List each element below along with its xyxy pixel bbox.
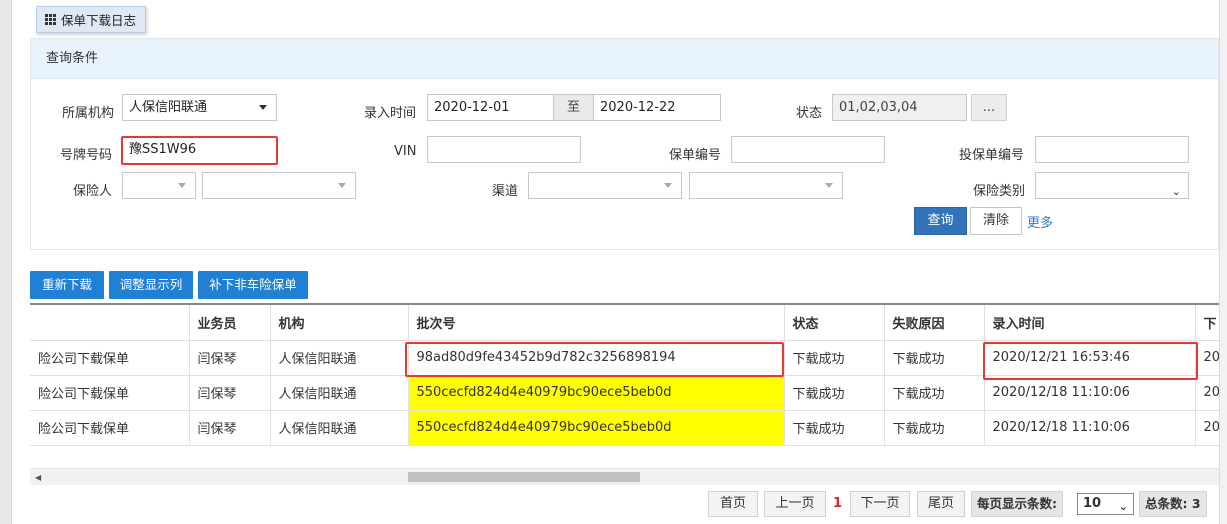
status-value: 01,02,03,04 xyxy=(839,100,918,115)
plate-input[interactable]: 豫SS1W96 xyxy=(121,136,278,165)
cell-truncated: 20 xyxy=(1195,340,1219,376)
cell-salesperson: 闫保琴 xyxy=(189,375,271,411)
horizontal-scrollbar[interactable]: ◀ xyxy=(30,468,1219,485)
cell-fail-reason: 下载成功 xyxy=(884,340,985,376)
proposal-no-input[interactable] xyxy=(1035,136,1189,163)
cell-status: 下载成功 xyxy=(784,410,885,446)
col-header-status[interactable]: 状态 xyxy=(784,305,885,341)
insurance-type-label: 保险类别 xyxy=(973,184,1026,199)
table-row[interactable]: 险公司下载保单 闫保琴 人保信阳联通 550cecfd824d4e40979bc… xyxy=(30,375,1219,411)
tab-label: 保单下载日志 xyxy=(61,13,137,28)
date-range-separator: 至 xyxy=(553,94,594,121)
policy-no-input[interactable] xyxy=(731,136,885,163)
next-page-button[interactable]: 下一页 xyxy=(850,491,910,517)
chevron-down-icon: ⌄ xyxy=(1171,185,1181,198)
cell-fail-reason: 下载成功 xyxy=(884,410,985,446)
insurer-label: 保险人 xyxy=(73,184,113,199)
more-link[interactable]: 更多 xyxy=(1027,212,1053,231)
channel-label: 渠道 xyxy=(492,184,519,199)
vin-label: VIN xyxy=(394,144,417,159)
grid-icon xyxy=(45,14,56,25)
caret-down-icon xyxy=(825,183,833,188)
last-page-button[interactable]: 尾页 xyxy=(917,491,965,517)
cell-fail-reason: 下载成功 xyxy=(884,375,985,411)
policy-no-label: 保单编号 xyxy=(669,148,722,163)
scrollbar-thumb[interactable] xyxy=(408,472,640,482)
col-header-fail-reason[interactable]: 失败原因 xyxy=(884,305,985,341)
date-from-value: 2020-12-01 xyxy=(434,100,510,115)
scroll-left-icon[interactable]: ◀ xyxy=(35,473,41,482)
redownload-button[interactable]: 重新下载 xyxy=(30,271,104,299)
org-value: 人保信阳联通 xyxy=(129,100,208,115)
cell-salesperson: 闫保琴 xyxy=(189,410,271,446)
panel-title: 查询条件 xyxy=(31,39,1218,79)
col-header-truncated[interactable]: 下 xyxy=(1195,305,1219,341)
col-header-salesperson[interactable]: 业务员 xyxy=(189,305,271,341)
date-to-input[interactable]: 2020-12-22 xyxy=(593,94,721,121)
cell-type: 险公司下载保单 xyxy=(30,410,190,446)
clear-button[interactable]: 清除 xyxy=(970,207,1022,235)
insurer-select-1[interactable] xyxy=(122,172,196,199)
current-page: 1 xyxy=(833,496,843,511)
col-header-entry-time[interactable]: 录入时间 xyxy=(984,305,1196,341)
entry-time-label: 录入时间 xyxy=(364,106,417,121)
col-header-org[interactable]: 机构 xyxy=(270,305,409,341)
cell-batch-no: 550cecfd824d4e40979bc90ece5beb0d xyxy=(408,375,785,411)
insurer-select-2[interactable] xyxy=(202,172,356,199)
table-row[interactable]: 险公司下载保单 闫保琴 人保信阳联通 550cecfd824d4e40979bc… xyxy=(30,410,1219,446)
date-from-input[interactable]: 2020-12-01 xyxy=(427,94,554,121)
cell-salesperson: 闫保琴 xyxy=(189,340,271,376)
caret-down-icon xyxy=(338,183,346,188)
cell-entry-time: 2020/12/18 11:10:06 xyxy=(984,410,1196,446)
annotation-box-entry-time xyxy=(983,342,1198,380)
insurance-type-select[interactable]: ⌄ xyxy=(1035,172,1189,199)
vin-input[interactable] xyxy=(427,136,581,163)
cell-org: 人保信阳联通 xyxy=(270,340,409,376)
per-page-label: 每页显示条数: xyxy=(971,491,1063,517)
status-picker-button[interactable]: ... xyxy=(971,94,1007,121)
cell-type: 险公司下载保单 xyxy=(30,375,190,411)
cell-org: 人保信阳联通 xyxy=(270,410,409,446)
col-header-batch-no[interactable]: 批次号 xyxy=(408,305,785,341)
plate-value: 豫SS1W96 xyxy=(129,142,197,157)
per-page-select[interactable]: 10 ⌄ xyxy=(1077,493,1134,515)
cell-truncated: 20 xyxy=(1195,375,1219,411)
plate-label: 号牌号码 xyxy=(60,148,113,163)
cell-org: 人保信阳联通 xyxy=(270,375,409,411)
cell-type: 险公司下载保单 xyxy=(30,340,190,376)
org-label: 所属机构 xyxy=(62,106,115,121)
caret-down-icon xyxy=(178,183,186,188)
annotation-box-batch-no xyxy=(405,342,784,377)
cell-status: 下载成功 xyxy=(784,375,885,411)
cell-entry-time: 2020/12/18 11:10:06 xyxy=(984,375,1196,411)
cell-status: 下载成功 xyxy=(784,340,885,376)
channel-select-2[interactable] xyxy=(689,172,843,199)
prev-page-button[interactable]: 上一页 xyxy=(764,491,826,517)
caret-down-icon xyxy=(664,183,672,188)
cell-batch-no: 550cecfd824d4e40979bc90ece5beb0d xyxy=(408,410,785,446)
status-input[interactable]: 01,02,03,04 xyxy=(832,94,967,121)
download-non-auto-button[interactable]: 补下非车险保单 xyxy=(198,271,308,299)
left-gutter xyxy=(0,0,12,524)
vertical-scrollbar[interactable] xyxy=(1219,0,1227,524)
org-select[interactable]: 人保信阳联通 xyxy=(122,94,277,121)
per-page-value: 10 xyxy=(1083,496,1102,511)
status-label: 状态 xyxy=(796,106,823,121)
table-header-row: 业务员 机构 批次号 状态 失败原因 录入时间 下 xyxy=(30,305,1219,341)
total-count: 总条数: 3 xyxy=(1139,491,1207,517)
col-header[interactable] xyxy=(30,305,190,341)
adjust-columns-button[interactable]: 调整显示列 xyxy=(109,271,193,299)
date-to-value: 2020-12-22 xyxy=(600,100,676,115)
cell-truncated: 20 xyxy=(1195,410,1219,446)
tab-policy-download-log[interactable]: 保单下载日志 xyxy=(36,6,147,33)
channel-select-1[interactable] xyxy=(528,172,682,199)
query-button[interactable]: 查询 xyxy=(914,207,967,235)
proposal-no-label: 投保单编号 xyxy=(959,148,1025,163)
first-page-button[interactable]: 首页 xyxy=(708,491,758,517)
chevron-down-icon: ⌄ xyxy=(1118,500,1128,513)
caret-down-icon xyxy=(259,105,267,110)
